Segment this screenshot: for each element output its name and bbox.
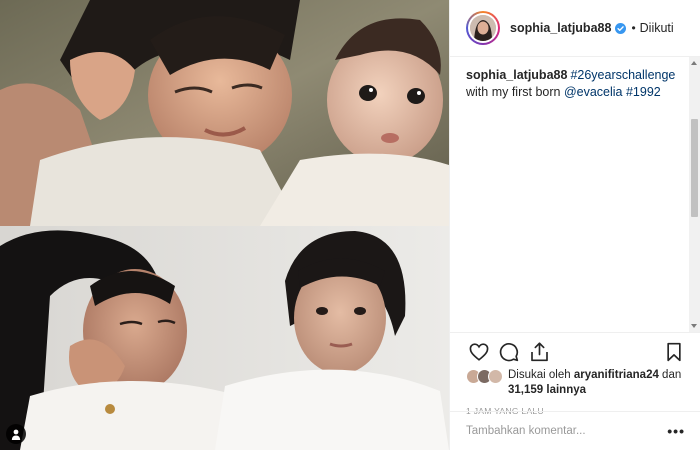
post-actions-area: Disukai oleh aryanifitriana24 dan 31,159…	[450, 332, 700, 416]
like-button[interactable]	[466, 339, 492, 365]
caption: sophia_latjuba88 #26yearschallenge with m…	[466, 67, 675, 101]
likes-count: 31,159	[508, 384, 544, 396]
instagram-post-view: sophia_latjuba88 • Diikuti sophia_latjub…	[0, 0, 700, 450]
scroll-up-arrow-icon[interactable]	[691, 61, 697, 65]
header-separator: •	[631, 21, 636, 35]
header-username-link[interactable]: sophia_latjuba88	[510, 21, 611, 35]
liker-avatars[interactable]	[466, 369, 508, 384]
post-side-panel: sophia_latjuba88 • Diikuti sophia_latjub…	[449, 0, 700, 450]
photo-mother-with-baby-1992	[0, 0, 449, 226]
caption-text: with my first born	[466, 85, 564, 99]
action-icons-row	[466, 337, 685, 367]
verified-badge-icon	[615, 22, 627, 34]
likes-summary: Disukai oleh aryanifitriana24 dan 31,159…	[466, 368, 685, 398]
more-options-button[interactable]: •••	[667, 424, 685, 438]
person-icon	[11, 429, 21, 440]
comment-input[interactable]	[466, 425, 668, 437]
mention-link[interactable]: @evacelia	[564, 85, 623, 99]
caption-username-link[interactable]: sophia_latjuba88	[466, 68, 567, 82]
comments-scrollbar[interactable]	[689, 57, 700, 332]
post-header: sophia_latjuba88 • Diikuti	[450, 0, 700, 57]
likes-count-link[interactable]: 31,159 lainnya	[508, 384, 586, 396]
share-icon	[530, 342, 548, 362]
hashtag-link-year[interactable]: #1992	[626, 85, 661, 99]
likes-text: Disukai oleh aryanifitriana24 dan 31,159…	[508, 368, 685, 398]
likes-connector: dan	[658, 369, 682, 381]
liked-by-user-link[interactable]: aryanifitriana24	[574, 369, 659, 381]
liked-by-prefix: Disukai oleh	[508, 369, 574, 381]
save-button[interactable]	[661, 339, 687, 365]
comment-button[interactable]	[496, 339, 522, 365]
scrollbar-thumb[interactable]	[691, 119, 698, 217]
liker-avatar	[488, 369, 503, 384]
caption-area: sophia_latjuba88 #26yearschallenge with m…	[450, 57, 690, 332]
following-button[interactable]: Diikuti	[640, 21, 674, 35]
photo-mother-with-daughter-2018	[0, 226, 449, 450]
share-button[interactable]	[526, 339, 552, 365]
story-ring-avatar[interactable]	[466, 11, 500, 45]
comment-box: •••	[450, 411, 700, 450]
post-media[interactable]	[0, 0, 449, 450]
bookmark-icon	[667, 342, 681, 362]
comment-icon	[499, 343, 519, 362]
likes-suffix: lainnya	[543, 384, 587, 396]
scroll-down-arrow-icon[interactable]	[691, 324, 697, 328]
user-tags-button[interactable]	[6, 424, 26, 444]
hashtag-link-challenge[interactable]: #26yearschallenge	[570, 68, 675, 82]
heart-icon	[469, 343, 489, 361]
avatar	[470, 15, 496, 41]
